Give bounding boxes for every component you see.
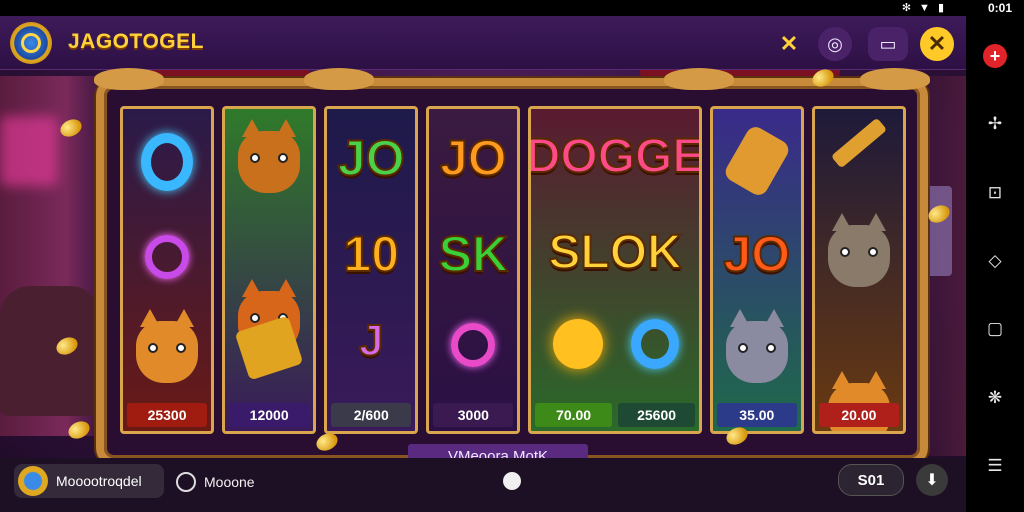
spin-indicator[interactable] — [503, 472, 521, 490]
battery-icon: ▮ — [937, 2, 944, 14]
reel-value: 35.00 — [716, 403, 797, 427]
cat-symbol-icon — [827, 213, 890, 287]
add-icon[interactable]: + — [983, 44, 1007, 69]
header: JAGOTOGEL ✕ ◎ ▭ ✕ — [0, 16, 966, 70]
reels: 25300 12000 JO 10 J 2/600 JO SK 3000 DOG… — [120, 106, 906, 434]
screen-icon: ▭ — [879, 33, 897, 54]
slot-frame: 25300 12000 JO 10 J 2/600 JO SK 3000 DOG… — [94, 68, 930, 468]
reel-value: 12000 — [229, 403, 310, 427]
reel-label: SLOK — [547, 226, 682, 279]
logo-ring-icon — [21, 33, 41, 53]
pin-icon[interactable]: ✢ — [983, 112, 1007, 136]
reel-value: 2/600 — [331, 403, 412, 427]
reel-value: 25300 — [127, 403, 208, 427]
reel-5[interactable]: DOGGE SLOK 70.00 25600 — [528, 106, 702, 434]
shuffle-icon[interactable]: ✕ — [772, 27, 806, 61]
fox-symbol-icon — [136, 309, 199, 383]
player-button[interactable]: Mooootroqdel — [14, 464, 164, 498]
mode-label: Mooone — [204, 474, 255, 490]
bottom-bar: Mooootroqdel Mooone S01 ⬇ — [0, 458, 966, 512]
bet-value[interactable]: S01 — [838, 464, 904, 496]
reel-label: JO — [439, 130, 508, 186]
reel-label: JO — [722, 226, 791, 282]
reel-value: 70.00 — [535, 403, 612, 427]
reel-label: JO — [337, 130, 406, 186]
reel-value: 25600 — [618, 403, 695, 427]
mode-icon — [176, 472, 196, 492]
mode-button[interactable]: Mooone — [176, 472, 255, 492]
ring-symbol-icon — [631, 319, 680, 369]
list-icon[interactable]: ☰ — [983, 454, 1007, 478]
neon-sign — [0, 116, 58, 186]
sync-button[interactable]: ◎ — [818, 27, 852, 61]
download-icon: ⬇ — [925, 472, 939, 489]
status-time: 0:01 — [987, 1, 1012, 15]
status-icons: ✻ ▼ ▮ — [902, 1, 944, 15]
background-sofa — [0, 286, 100, 416]
sun-symbol-icon — [553, 319, 604, 369]
sync-icon: ◎ — [827, 33, 843, 54]
copy-icon[interactable]: ▢ — [983, 317, 1007, 341]
reel-value: 20.00 — [818, 403, 899, 427]
reel-6[interactable]: JO 35.00 — [709, 106, 804, 434]
frame-ornament — [664, 68, 734, 90]
shield-icon[interactable]: ❋ — [983, 386, 1007, 410]
amulet-symbol-icon — [451, 323, 496, 367]
app-logo[interactable] — [10, 22, 52, 64]
reel-1[interactable]: 25300 — [120, 106, 215, 434]
amulet-symbol-icon — [145, 235, 190, 279]
reel-value: 3000 — [433, 403, 514, 427]
ring-symbol-icon — [141, 133, 194, 191]
player-label: Mooootroqdel — [56, 473, 142, 489]
reel-7[interactable]: 20.00 — [811, 106, 906, 434]
reel-label: SK — [438, 226, 509, 282]
reel-label: DOGGE — [528, 130, 702, 183]
game-area: JAGOTOGEL ✕ ◎ ▭ ✕ 25300 12000 JO 10 J 2/… — [0, 16, 966, 512]
reel-label: 10 — [342, 226, 400, 282]
squirrel-symbol-icon — [238, 119, 301, 193]
close-button[interactable]: ✕ — [920, 27, 954, 61]
wifi-icon: ▼ — [919, 2, 930, 14]
status-bar: ✻ ▼ ▮ 0:01 — [0, 0, 1024, 16]
reel-symbol-glyph: J — [358, 316, 385, 365]
frame-ornament — [860, 68, 930, 90]
chat-icon[interactable]: ◇ — [983, 249, 1007, 273]
frame-ornament — [94, 68, 164, 90]
reel-4[interactable]: JO SK 3000 — [426, 106, 521, 434]
download-button[interactable]: ⬇ — [916, 464, 948, 496]
reel-2[interactable]: 12000 — [222, 106, 317, 434]
screen-button[interactable]: ▭ — [868, 27, 908, 61]
settings-icon: ✻ — [901, 2, 912, 14]
figure-symbol-icon — [721, 123, 792, 199]
cat-symbol-icon — [725, 309, 788, 383]
frame-icon[interactable]: ⊡ — [983, 181, 1007, 205]
crossbow-symbol-icon — [830, 117, 888, 169]
avatar — [18, 466, 48, 496]
reel-3[interactable]: JO 10 J 2/600 — [324, 106, 419, 434]
app-title: JAGOTOGEL — [68, 30, 204, 53]
side-nav: + ✢ ⊡ ◇ ▢ ❋ ☰ — [966, 16, 1024, 512]
frame-ornament — [304, 68, 374, 90]
close-icon: ✕ — [927, 31, 947, 56]
